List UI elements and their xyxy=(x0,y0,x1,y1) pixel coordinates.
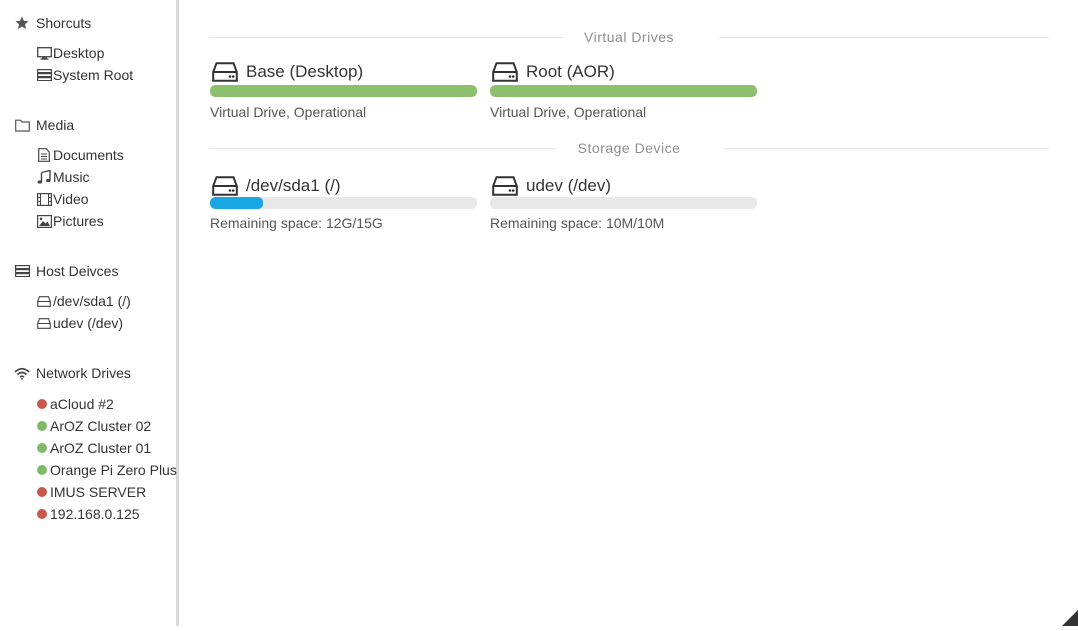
drive-subtitle: Remaining space: 12G/15G xyxy=(210,215,383,231)
section-host-devices-label: Host Deivces xyxy=(36,263,119,279)
sidebar-item-dev-sda1[interactable]: /dev/sda1 (/) xyxy=(36,291,131,311)
sidebar-item-label: Documents xyxy=(53,147,124,163)
drive-usage-fill xyxy=(490,85,757,97)
sidebar-item-label: /dev/sda1 (/) xyxy=(53,293,131,309)
hdd-icon xyxy=(212,175,238,197)
sidebar-item-label: Music xyxy=(53,169,90,185)
hdd-icon xyxy=(492,175,518,197)
sidebar-item-pictures[interactable]: Pictures xyxy=(36,211,104,231)
image-icon xyxy=(36,214,52,228)
section-shortcuts-label: Shorcuts xyxy=(36,15,92,31)
sidebar-item-label: Video xyxy=(53,191,89,207)
music-icon xyxy=(36,170,52,184)
hdd-icon xyxy=(212,61,238,83)
sidebar-item-192-168-0-125[interactable]: 192.168.0.125 xyxy=(36,504,140,524)
sidebar-item-aroz-cluster-02[interactable]: ArOZ Cluster 02 xyxy=(36,416,151,436)
drive-card-base-desktop[interactable]: Base (Desktop) Virtual Drive, Operationa… xyxy=(210,60,477,124)
section-host-devices-header: Host Deivces xyxy=(14,261,118,281)
drive-name: Base (Desktop) xyxy=(246,62,364,81)
section-network-drives-label: Network Drives xyxy=(36,365,131,381)
section-media-label: Media xyxy=(36,117,75,133)
drive-usage-bar xyxy=(210,85,477,97)
drive-subtitle: Remaining space: 10M/10M xyxy=(490,215,665,231)
drive-subtitle: Virtual Drive, Operational xyxy=(210,104,367,120)
server-icon xyxy=(14,263,30,279)
hdd-icon xyxy=(36,316,52,330)
section-network-drives-header: Network Drives xyxy=(14,363,131,383)
hdd-icon xyxy=(492,61,518,83)
sidebar-item-system-root[interactable]: System Root xyxy=(36,65,133,85)
sidebar-item-desktop[interactable]: Desktop xyxy=(36,43,104,63)
section-media-header: Media xyxy=(14,115,74,135)
drive-name: /dev/sda1 (/) xyxy=(246,176,341,195)
sidebar-item-udev[interactable]: udev (/dev) xyxy=(36,313,123,333)
sidebar-item-music[interactable]: Music xyxy=(36,167,90,187)
sidebar-item-acloud-2[interactable]: aCloud #2 xyxy=(36,394,114,414)
sidebar-item-label: Pictures xyxy=(53,213,104,229)
status-offline-dot xyxy=(37,509,47,519)
main-panel: Virtual Drives Base (Desktop) Virtual Dr… xyxy=(179,0,1078,626)
storage-device-divider: Storage Device xyxy=(209,138,1049,158)
monitor-icon xyxy=(36,46,52,60)
sidebar-item-label: udev (/dev) xyxy=(53,315,124,331)
sidebar-item-label: Orange Pi Zero Plus xyxy=(50,462,177,478)
drive-usage-bar xyxy=(490,85,757,97)
status-online-dot xyxy=(37,465,47,475)
sidebar-item-label: 192.168.0.125 xyxy=(50,506,140,522)
drive-usage-bar xyxy=(210,197,477,209)
drive-card-dev-sda1[interactable]: /dev/sda1 (/) Remaining space: 12G/15G xyxy=(210,174,477,238)
server-icon xyxy=(36,68,52,82)
sidebar: Shorcuts Desktop System Root Media Docum… xyxy=(0,0,179,626)
sidebar-item-label: System Root xyxy=(53,67,134,83)
star-icon xyxy=(14,15,30,31)
document-icon xyxy=(36,148,52,162)
sidebar-item-label: Desktop xyxy=(53,45,105,61)
sidebar-item-label: ArOZ Cluster 01 xyxy=(50,440,152,456)
storage-device-heading: Storage Device xyxy=(565,140,693,156)
drive-card-udev[interactable]: udev (/dev) Remaining space: 10M/10M xyxy=(490,174,757,238)
sidebar-item-aroz-cluster-01[interactable]: ArOZ Cluster 01 xyxy=(36,438,151,458)
drive-card-root-aor[interactable]: Root (AOR) Virtual Drive, Operational xyxy=(490,60,757,124)
sidebar-item-video[interactable]: Video xyxy=(36,189,89,209)
drive-name: Root (AOR) xyxy=(526,62,615,81)
status-offline-dot xyxy=(37,399,47,409)
sidebar-item-orange-pi-zero-plus[interactable]: Orange Pi Zero Plus xyxy=(36,460,177,480)
status-online-dot xyxy=(37,421,47,431)
sidebar-item-label: IMUS SERVER xyxy=(50,484,147,500)
sidebar-item-documents[interactable]: Documents xyxy=(36,145,124,165)
drive-usage-bar xyxy=(490,197,757,209)
film-icon xyxy=(36,192,52,206)
wifi-icon xyxy=(14,365,30,381)
resize-grip-icon[interactable] xyxy=(1062,610,1078,626)
status-online-dot xyxy=(37,443,47,453)
sidebar-item-label: ArOZ Cluster 02 xyxy=(50,418,152,434)
drive-usage-fill xyxy=(210,197,264,209)
virtual-drives-heading: Virtual Drives xyxy=(572,29,686,45)
sidebar-item-imus-server[interactable]: IMUS SERVER xyxy=(36,482,146,502)
section-shortcuts-header: Shorcuts xyxy=(14,13,91,33)
drive-name: udev (/dev) xyxy=(526,176,612,195)
sidebar-item-label: aCloud #2 xyxy=(50,396,114,412)
status-offline-dot xyxy=(37,487,47,497)
folder-icon xyxy=(14,117,30,133)
drive-subtitle: Virtual Drive, Operational xyxy=(490,104,647,120)
hdd-icon xyxy=(36,294,52,308)
drive-usage-fill xyxy=(210,85,477,97)
virtual-drives-divider: Virtual Drives xyxy=(209,27,1049,47)
